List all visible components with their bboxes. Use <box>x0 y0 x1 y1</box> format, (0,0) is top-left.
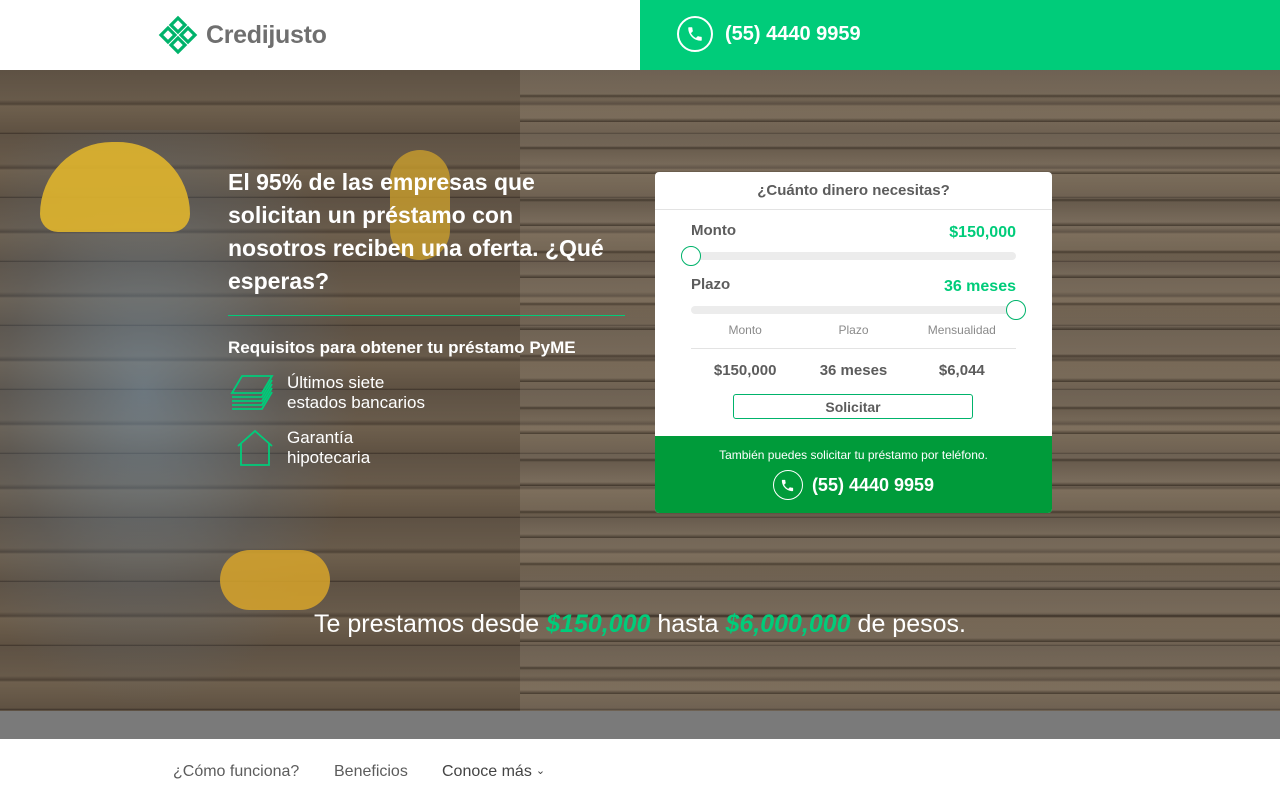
hero-headline: El 95% de las empresas que solicitan un … <box>228 169 604 294</box>
header-phone-link[interactable]: (55) 4440 9959 <box>677 16 861 52</box>
requirement-line2: hipotecaria <box>287 448 371 467</box>
summary-value-term: 36 meses <box>819 362 888 379</box>
requirements-title: Requisitos para obtener tu préstamo PyME <box>228 338 576 357</box>
summary-divider <box>691 348 1016 349</box>
amount-value: $150,000 <box>949 224 1016 241</box>
phone-icon <box>677 16 713 52</box>
nav-conoce-mas-label: Conoce más <box>442 763 532 780</box>
hero-divider <box>228 315 625 316</box>
summary-header-monthly: Mensualidad <box>927 323 996 337</box>
term-label: Plazo <box>691 276 731 293</box>
amount-label: Monto <box>691 222 736 239</box>
term-slider-track[interactable] <box>691 306 1016 314</box>
requirement-line2: estados bancarios <box>287 393 425 412</box>
tagline-max-amount: $6,000,000 <box>725 610 851 638</box>
amount-slider-track[interactable] <box>691 252 1016 260</box>
term-value: 36 meses <box>943 278 1016 295</box>
tagline-middle: hasta <box>650 610 726 638</box>
amount-slider-thumb[interactable] <box>681 246 701 266</box>
summary-header-term: Plazo <box>838 323 869 337</box>
footer-phone-link[interactable]: (55) 4440 9959 <box>772 470 935 500</box>
phone-icon <box>772 470 803 500</box>
nav-como-funciona[interactable]: ¿Cómo funciona? <box>173 763 299 781</box>
loan-range-tagline: Te prestamos desde $150,000 hasta $6,000… <box>0 610 1280 639</box>
house-icon <box>237 429 273 466</box>
phone-footer-note: También puedes solicitar tu préstamo por… <box>719 448 988 462</box>
term-slider-block: Plazo 36 meses <box>691 276 1026 320</box>
section-separator-band <box>0 711 1280 739</box>
nav-conoce-mas[interactable]: Conoce más ⌄ <box>442 763 545 781</box>
bank-statements-icon <box>230 375 274 410</box>
nav-beneficios[interactable]: Beneficios <box>334 763 408 781</box>
logo[interactable]: Credijusto <box>158 15 327 55</box>
requirement-line1: Garantía <box>287 428 354 447</box>
summary-headers: Monto Plazo Mensualidad <box>691 323 1016 337</box>
amount-slider-block: Monto $150,000 <box>681 222 1016 266</box>
header-phone-area: (55) 4440 9959 <box>640 0 1280 70</box>
tagline-prefix: Te prestamos desde <box>314 610 547 638</box>
logo-icon <box>158 15 198 55</box>
term-slider-thumb[interactable] <box>1006 300 1026 320</box>
tagline-min-amount: $150,000 <box>546 610 651 638</box>
site-header: Credijusto (55) 4440 9959 <box>0 0 1280 70</box>
calculator-phone-footer: También puedes solicitar tu préstamo por… <box>655 436 1052 513</box>
solicitar-button[interactable]: Solicitar <box>733 394 973 419</box>
brand-name: Credijusto <box>206 20 327 49</box>
summary-value-monthly: $6,044 <box>938 362 985 379</box>
chevron-down-icon: ⌄ <box>535 765 546 777</box>
header-brand-area: Credijusto <box>0 0 640 70</box>
requirement-bank-statements: Últimos siete estados bancarios <box>228 373 425 413</box>
summary-values: $150,000 36 meses $6,044 <box>691 362 1016 379</box>
hero-section: El 95% de las empresas que solicitan un … <box>0 70 1280 711</box>
requirement-mortgage: Garantía hipotecaria <box>228 428 370 468</box>
tagline-suffix: de pesos. <box>850 610 966 638</box>
header-phone-number: (55) 4440 9959 <box>725 22 861 45</box>
requirement-line1: Últimos siete <box>287 373 385 392</box>
bottom-nav: ¿Cómo funciona? Beneficios Conoce más ⌄ <box>0 739 1280 800</box>
summary-header-amount: Monto <box>728 323 762 337</box>
loan-calculator-card: ¿Cuánto dinero necesitas? Monto $150,000… <box>655 172 1052 513</box>
footer-phone-number: (55) 4440 9959 <box>811 474 935 495</box>
summary-value-amount: $150,000 <box>713 362 777 379</box>
calculator-title: ¿Cuánto dinero necesitas? <box>655 172 1052 210</box>
glove-shape <box>220 550 330 610</box>
